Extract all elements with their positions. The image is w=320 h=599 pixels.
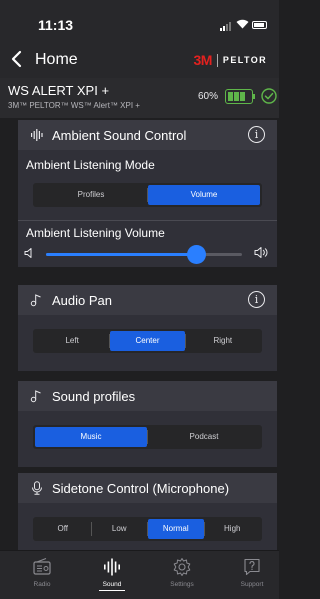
bottom-tab-bar: Radio Sound Settings Support xyxy=(0,550,279,599)
sound-icon xyxy=(104,558,120,576)
pan-option-right[interactable]: Right xyxy=(186,331,260,351)
volume-slider-thumb[interactable] xyxy=(187,245,207,264)
audio-pan-title: Audio Pan xyxy=(52,293,112,308)
sidetone-option-off[interactable]: Off xyxy=(35,519,91,539)
sidetone-title: Sidetone Control (Microphone) xyxy=(52,481,230,496)
mode-option-volume[interactable]: Volume xyxy=(148,185,260,205)
music-note-icon xyxy=(30,294,41,307)
device-name: WS ALERT XPI + xyxy=(8,83,110,98)
sound-profiles-section: Sound profiles Music Podcast xyxy=(18,381,277,467)
audio-pan-segmented-control: Left Center Right xyxy=(33,329,262,353)
mode-label: Ambient Listening Mode xyxy=(26,158,155,172)
section-header: Sidetone Control (Microphone) xyxy=(18,473,277,503)
music-note-icon xyxy=(30,390,41,403)
volume-slider-track[interactable] xyxy=(46,245,242,264)
tab-label: Support xyxy=(240,581,264,588)
volume-label: Ambient Listening Volume xyxy=(26,226,165,240)
connected-check-icon xyxy=(261,88,277,104)
pan-option-center[interactable]: Center xyxy=(110,331,185,351)
radio-icon xyxy=(33,557,51,575)
brand-divider xyxy=(216,53,218,67)
info-icon[interactable]: i xyxy=(248,126,265,143)
sidetone-body: Off Low Normal High xyxy=(18,503,277,550)
sidetone-option-normal[interactable]: Normal xyxy=(148,519,204,539)
mode-option-profiles[interactable]: Profiles xyxy=(35,185,147,205)
brand-mark: 3M xyxy=(193,52,212,68)
tab-active-indicator xyxy=(99,590,125,591)
profile-option-music[interactable]: Music xyxy=(35,427,147,447)
tab-radio[interactable]: Radio xyxy=(12,557,72,588)
section-header: Sound profiles xyxy=(18,381,277,411)
tab-sound[interactable]: Sound xyxy=(82,557,142,591)
sidetone-option-high[interactable]: High xyxy=(205,519,261,539)
tab-label: Radio xyxy=(33,581,51,588)
support-icon xyxy=(244,558,260,576)
status-time: 11:13 xyxy=(38,17,74,33)
profile-option-podcast[interactable]: Podcast xyxy=(148,427,260,447)
sidetone-section: Sidetone Control (Microphone) Off Low No… xyxy=(18,473,277,550)
settings-gear-icon xyxy=(173,558,191,576)
section-divider xyxy=(18,220,277,221)
device-subtitle: 3M™ PELTOR™ WS™ Alert™ XPI + xyxy=(8,101,140,110)
settings-scroll-area[interactable]: Ambient Sound Control i Ambient Listenin… xyxy=(0,118,279,550)
wifi-icon xyxy=(236,19,249,29)
device-battery-icon xyxy=(225,89,255,104)
audio-pan-section: Audio Pan i Left Center Right xyxy=(18,285,277,371)
mode-segmented-control: Profiles Volume xyxy=(33,183,262,207)
brand-logo: 3M PELTOR xyxy=(193,52,267,68)
sound-profiles-title: Sound profiles xyxy=(52,389,136,404)
battery-percent: 60% xyxy=(198,91,219,102)
section-header: Ambient Sound Control i xyxy=(18,120,277,150)
tab-settings[interactable]: Settings xyxy=(152,557,212,588)
volume-low-icon xyxy=(24,248,32,258)
ambient-sound-section: Ambient Sound Control i Ambient Listenin… xyxy=(18,120,277,267)
page-title: Home xyxy=(35,51,78,68)
brand-name: PELTOR xyxy=(222,55,267,65)
tab-label: Sound xyxy=(102,581,122,588)
cellular-signal-icon xyxy=(220,22,231,31)
microphone-icon xyxy=(32,481,42,495)
sound-wave-icon xyxy=(31,129,43,141)
ambient-section-title: Ambient Sound Control xyxy=(52,128,187,143)
pan-option-left[interactable]: Left xyxy=(35,331,109,351)
volume-high-icon xyxy=(254,247,268,258)
volume-slider-fill xyxy=(46,253,197,256)
ambient-section-body: Ambient Listening Mode Profiles Volume A… xyxy=(18,150,277,267)
sound-profiles-segmented-control: Music Podcast xyxy=(33,425,262,449)
back-chevron-icon[interactable] xyxy=(10,50,24,68)
status-bar: 11:13 xyxy=(0,0,279,40)
sidetone-segmented-control: Off Low Normal High xyxy=(33,517,262,541)
sound-profiles-body: Music Podcast xyxy=(18,411,277,467)
info-icon[interactable]: i xyxy=(248,291,265,308)
nav-bar: Home 3M PELTOR xyxy=(0,40,279,78)
battery-icon xyxy=(252,21,267,29)
device-header[interactable]: WS ALERT XPI + 3M™ PELTOR™ WS™ Alert™ XP… xyxy=(0,78,279,118)
sidetone-option-low[interactable]: Low xyxy=(92,519,148,539)
section-header: Audio Pan i xyxy=(18,285,277,315)
tab-label: Settings xyxy=(170,581,194,588)
audio-pan-body: Left Center Right xyxy=(18,315,277,371)
tab-support[interactable]: Support xyxy=(222,557,282,588)
